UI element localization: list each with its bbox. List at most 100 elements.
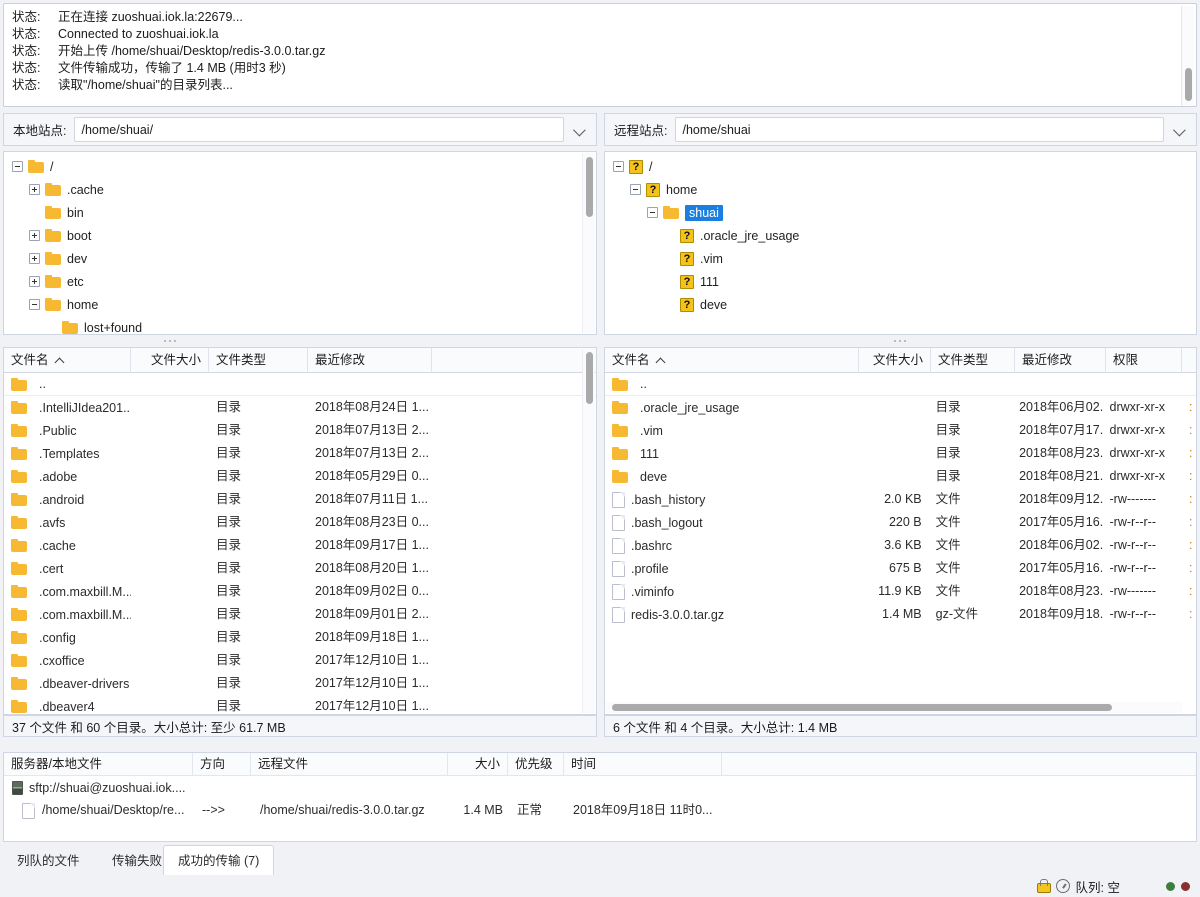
scrollbar-thumb[interactable] <box>586 157 593 217</box>
tree-expand-icon[interactable] <box>29 184 40 195</box>
queue-time: 2018年09月18日 11时0... <box>573 803 713 817</box>
queue-transfer-row[interactable]: /home/shuai/Desktop/re... -->> /home/shu… <box>4 799 1196 822</box>
table-row[interactable]: .bashrc 3.6 KB 文件 2018年06月02... -rw-r--r--: <box>605 534 1196 557</box>
table-row[interactable]: .avfs 目录 2018年08月23日 0... <box>4 511 596 534</box>
local-splitter-handle[interactable] <box>140 337 200 345</box>
column-header-filetype[interactable]: 文件类型 <box>931 348 1015 373</box>
table-row[interactable]: .config 目录 2018年09月18日 1... <box>4 626 596 649</box>
tree-item[interactable]: ? .vim <box>605 247 1196 270</box>
remote-directory-tree[interactable]: ? /? home shuai? .oracle_jre_usage? .vim? 111?… <box>604 151 1197 335</box>
table-row[interactable]: .vim 目录 2018年07月17... drwxr-xr-x: <box>605 419 1196 442</box>
tree-item[interactable]: boot <box>4 224 596 247</box>
column-header-priority[interactable]: 优先级 <box>508 753 564 776</box>
column-header-time[interactable]: 时间 <box>564 753 722 776</box>
tree-expand-icon[interactable] <box>29 276 40 287</box>
tree-item[interactable]: ? .oracle_jre_usage <box>605 224 1196 247</box>
table-row[interactable]: .cert 目录 2018年08月20日 1... <box>4 557 596 580</box>
column-header-remote-file[interactable]: 远程文件 <box>251 753 448 776</box>
column-header-direction[interactable]: 方向 <box>193 753 251 776</box>
tree-item[interactable]: bin <box>4 201 596 224</box>
table-row[interactable]: .adobe 目录 2018年05月29日 0... <box>4 465 596 488</box>
column-header-size[interactable]: 大小 <box>448 753 508 776</box>
table-row[interactable]: .cxoffice 目录 2017年12月10日 1... <box>4 649 596 672</box>
table-row[interactable]: .bash_logout 220 B 文件 2017年05月16... -rw-r--r… <box>605 511 1196 534</box>
local-list-scrollbar[interactable] <box>582 349 595 713</box>
table-row[interactable]: .oracle_jre_usage 目录 2018年06月02... drwxr-xr… <box>605 396 1196 419</box>
scrollbar-thumb[interactable] <box>612 704 1112 711</box>
unknown-permissions-icon: ? <box>680 228 694 243</box>
file-modified: 2018年09月12... <box>1019 492 1103 506</box>
column-header-filesize[interactable]: 文件大小 <box>859 348 931 373</box>
scrollbar-thumb[interactable] <box>586 352 593 404</box>
table-row[interactable]: .cache 目录 2018年09月17日 1... <box>4 534 596 557</box>
table-row[interactable]: deve 目录 2018年08月21... drwxr-xr-x: <box>605 465 1196 488</box>
tree-item[interactable]: / <box>4 155 596 178</box>
local-path-input[interactable]: /home/shuai/ <box>74 117 564 142</box>
local-path-dropdown-button[interactable] <box>564 114 594 145</box>
tab-queued-files[interactable]: 列队的文件 <box>3 846 94 876</box>
tree-collapse-icon[interactable] <box>12 161 23 172</box>
remote-path-dropdown-button[interactable] <box>1164 114 1194 145</box>
tree-item[interactable]: ? 111 <box>605 270 1196 293</box>
tree-item[interactable]: shuai <box>605 201 1196 224</box>
queue-server-row[interactable]: sftp://shuai@zuoshuai.iok.... <box>4 776 1196 799</box>
transfer-queue[interactable]: 服务器/本地文件 方向 远程文件 大小 优先级 时间 sftp://shuai@… <box>3 752 1197 842</box>
tree-item-label: lost+found <box>84 320 143 335</box>
tree-item[interactable]: home <box>4 293 596 316</box>
tree-item[interactable]: dev <box>4 247 596 270</box>
remote-splitter-handle[interactable] <box>870 337 930 345</box>
table-row[interactable]: .dbeaver4 目录 2017年12月10日 1... <box>4 695 596 714</box>
tree-item-label: 111 <box>700 274 720 289</box>
column-header-modified[interactable]: 最近修改 <box>308 348 432 373</box>
remote-file-list[interactable]: 文件名 文件大小 文件类型 最近修改 权限 .. .oracle_jre_usa… <box>604 347 1197 715</box>
unknown-permissions-icon: ? <box>646 182 660 197</box>
tree-item[interactable]: etc <box>4 270 596 293</box>
tree-expander-placeholder <box>664 299 675 310</box>
message-log-scrollbar[interactable] <box>1181 6 1194 106</box>
file-permissions: -rw------- <box>1109 584 1157 598</box>
tab-successful-transfers[interactable]: 成功的传输 (7) <box>163 845 275 876</box>
table-row[interactable]: redis-3.0.0.tar.gz 1.4 MB gz-文件 2018年09月18.… <box>605 603 1196 626</box>
remote-list-hscrollbar[interactable] <box>606 702 1182 713</box>
tree-collapse-icon[interactable] <box>29 299 40 310</box>
local-tree-scrollbar[interactable] <box>582 153 595 333</box>
column-header-modified[interactable]: 最近修改 <box>1015 348 1106 373</box>
tree-item[interactable]: lost+found <box>4 316 596 335</box>
tree-expand-icon[interactable] <box>29 253 40 264</box>
table-row[interactable]: .android 目录 2018年07月11日 1... <box>4 488 596 511</box>
log-entry-text: Connected to zuoshuai.iok.la <box>58 27 219 41</box>
table-row[interactable]: 111 目录 2018年08月23... drwxr-xr-x: <box>605 442 1196 465</box>
tree-collapse-icon[interactable] <box>630 184 641 195</box>
table-row[interactable]: .com.maxbill.M... 目录 2018年09月02日 0... <box>4 580 596 603</box>
column-header-owner[interactable] <box>1182 348 1196 373</box>
local-file-list[interactable]: 文件名 文件大小 文件类型 最近修改 .. .IntelliJIdea201..… <box>3 347 597 715</box>
tree-item[interactable]: ? deve <box>605 293 1196 316</box>
tree-collapse-icon[interactable] <box>647 207 658 218</box>
table-row[interactable]: .viminfo 11.9 KB 文件 2018年08月23... -rw-------… <box>605 580 1196 603</box>
table-row[interactable]: .Templates 目录 2018年07月13日 2... <box>4 442 596 465</box>
table-row[interactable]: .profile 675 B 文件 2017年05月16... -rw-r--r--: <box>605 557 1196 580</box>
table-row[interactable]: .IntelliJIdea201... 目录 2018年08月24日 1... <box>4 396 596 419</box>
file-name: .profile <box>631 561 669 576</box>
column-header-filetype[interactable]: 文件类型 <box>209 348 308 373</box>
table-row[interactable]: .Public 目录 2018年07月13日 2... <box>4 419 596 442</box>
table-row[interactable]: .bash_history 2.0 KB 文件 2018年09月12... -rw---… <box>605 488 1196 511</box>
column-header-filename[interactable]: 文件名 <box>605 348 859 373</box>
list-item-updir[interactable]: .. <box>4 373 596 396</box>
list-item-updir[interactable]: .. <box>605 373 1196 396</box>
tree-collapse-icon[interactable] <box>613 161 624 172</box>
column-header-filesize[interactable]: 文件大小 <box>131 348 209 373</box>
speed-gauge-icon[interactable] <box>1055 879 1070 893</box>
column-header-filename[interactable]: 文件名 <box>4 348 131 373</box>
column-header-server-local-file[interactable]: 服务器/本地文件 <box>4 753 193 776</box>
column-header-permissions[interactable]: 权限 <box>1106 348 1182 373</box>
tree-item[interactable]: ? home <box>605 178 1196 201</box>
table-row[interactable]: .com.maxbill.M... 目录 2018年09月01日 2... <box>4 603 596 626</box>
scrollbar-thumb[interactable] <box>1185 68 1192 101</box>
local-directory-tree[interactable]: / .cache bin boot dev etc home lost+found <box>3 151 597 335</box>
remote-path-input[interactable]: /home/shuai <box>675 117 1164 142</box>
tree-expand-icon[interactable] <box>29 230 40 241</box>
table-row[interactable]: .dbeaver-drivers 目录 2017年12月10日 1... <box>4 672 596 695</box>
tree-item[interactable]: .cache <box>4 178 596 201</box>
tree-item[interactable]: ? / <box>605 155 1196 178</box>
